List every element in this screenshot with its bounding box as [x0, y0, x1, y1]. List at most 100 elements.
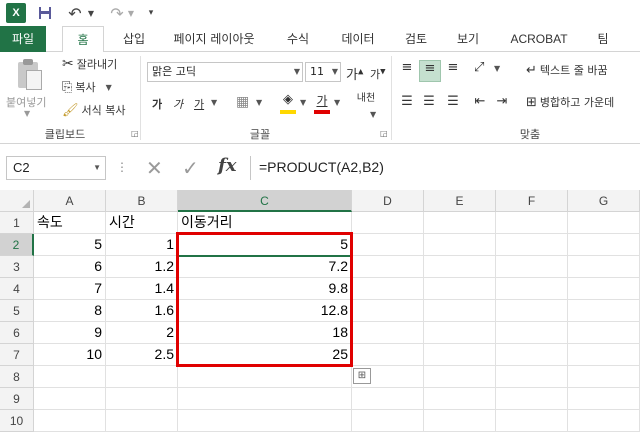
cell-e3[interactable]: [424, 256, 496, 278]
merge-center-button[interactable]: ⊞ 병합하고 가운데: [526, 94, 614, 110]
row-header-3[interactable]: 3: [0, 256, 34, 278]
font-color-dropdown-icon[interactable]: ▼: [334, 98, 340, 107]
cell-c7[interactable]: 25: [178, 344, 352, 366]
cell-b9[interactable]: [106, 388, 178, 410]
paste-button-label[interactable]: 붙여넣기: [6, 94, 46, 110]
cell-a7[interactable]: 10: [34, 344, 106, 366]
insert-function-icon[interactable]: fx: [218, 155, 236, 176]
phonetic-dropdown-icon[interactable]: ▼: [370, 110, 376, 119]
cell-b8[interactable]: [106, 366, 178, 388]
align-top-icon[interactable]: ≡: [397, 60, 417, 80]
cell-f2[interactable]: [496, 234, 568, 256]
align-center-icon[interactable]: ☰: [419, 94, 439, 109]
cell-c10[interactable]: [178, 410, 352, 432]
cell-g8[interactable]: [568, 366, 640, 388]
cancel-icon[interactable]: ✕: [146, 156, 163, 180]
cell-d3[interactable]: [352, 256, 424, 278]
cell-g10[interactable]: [568, 410, 640, 432]
row-header-10[interactable]: 10: [0, 410, 34, 432]
row-header-2[interactable]: 2: [0, 234, 34, 256]
row-header-5[interactable]: 5: [0, 300, 34, 322]
orientation-dropdown-icon[interactable]: ▼: [494, 64, 500, 73]
redo-icon[interactable]: ↷: [108, 3, 126, 23]
cell-d9[interactable]: [352, 388, 424, 410]
fill-color-dropdown-icon[interactable]: ▼: [300, 98, 306, 107]
cell-c8[interactable]: [178, 366, 352, 388]
cell-e9[interactable]: [424, 388, 496, 410]
tab-home[interactable]: 홈: [62, 26, 104, 53]
fill-color-button[interactable]: ◈: [280, 92, 296, 114]
paste-dropdown-icon[interactable]: ▼: [24, 109, 30, 118]
align-right-icon[interactable]: ☰: [443, 94, 463, 109]
column-header-f[interactable]: F: [496, 190, 568, 212]
increase-indent-icon[interactable]: ⇥: [492, 94, 512, 109]
cell-d4[interactable]: [352, 278, 424, 300]
row-header-4[interactable]: 4: [0, 278, 34, 300]
format-painter-button[interactable]: 🖌 서식 복사: [62, 102, 126, 118]
cell-c2[interactable]: 5: [178, 234, 352, 256]
undo-icon[interactable]: ↶: [66, 3, 84, 23]
cell-c4[interactable]: 9.8: [178, 278, 352, 300]
align-middle-icon[interactable]: ≡: [419, 60, 441, 82]
column-header-b[interactable]: B: [106, 190, 178, 212]
undo-dropdown-icon[interactable]: ▼: [86, 3, 96, 23]
cell-f8[interactable]: [496, 366, 568, 388]
cell-b10[interactable]: [106, 410, 178, 432]
row-header-1[interactable]: 1: [0, 212, 34, 234]
bold-button[interactable]: 가: [152, 96, 162, 112]
clipboard-launcher-icon[interactable]: ◲: [131, 129, 139, 138]
paste-icon[interactable]: [14, 58, 42, 90]
cell-c6[interactable]: 18: [178, 322, 352, 344]
cell-c5[interactable]: 12.8: [178, 300, 352, 322]
cell-e10[interactable]: [424, 410, 496, 432]
borders-dropdown-icon[interactable]: ▼: [256, 98, 262, 107]
cell-b5[interactable]: 1.6: [106, 300, 178, 322]
shrink-font-button[interactable]: 가▼: [370, 66, 386, 82]
cell-g6[interactable]: [568, 322, 640, 344]
cell-b6[interactable]: 2: [106, 322, 178, 344]
row-header-9[interactable]: 9: [0, 388, 34, 410]
redo-dropdown-icon[interactable]: ▼: [126, 3, 136, 23]
cell-g7[interactable]: [568, 344, 640, 366]
cell-e8[interactable]: [424, 366, 496, 388]
phonetic-guide-button[interactable]: 내천: [354, 94, 378, 104]
cell-a5[interactable]: 8: [34, 300, 106, 322]
cell-e6[interactable]: [424, 322, 496, 344]
cut-button[interactable]: ✂ 잘라내기: [62, 56, 117, 72]
customize-qat-icon[interactable]: ▾: [146, 3, 156, 23]
tab-formulas[interactable]: 수식: [278, 26, 318, 52]
check-icon[interactable]: ✓: [182, 156, 199, 180]
cell-e4[interactable]: [424, 278, 496, 300]
quick-analysis-icon[interactable]: ⊞: [353, 368, 371, 384]
save-icon[interactable]: [36, 3, 54, 23]
cell-f5[interactable]: [496, 300, 568, 322]
cell-a3[interactable]: 6: [34, 256, 106, 278]
tab-view[interactable]: 보기: [448, 26, 488, 52]
align-bottom-icon[interactable]: ≡: [443, 60, 463, 80]
column-header-e[interactable]: E: [424, 190, 496, 212]
italic-button[interactable]: 가: [173, 96, 183, 112]
cell-f7[interactable]: [496, 344, 568, 366]
font-size-dropdown[interactable]: 11 ▼: [305, 62, 341, 82]
cell-b7[interactable]: 2.5: [106, 344, 178, 366]
cell-e7[interactable]: [424, 344, 496, 366]
cell-b4[interactable]: 1.4: [106, 278, 178, 300]
cell-g3[interactable]: [568, 256, 640, 278]
font-launcher-icon[interactable]: ◲: [380, 129, 388, 138]
tab-data[interactable]: 데이터: [332, 26, 384, 52]
wrap-text-button[interactable]: ↵ 텍스트 줄 바꿈: [526, 62, 608, 78]
underline-dropdown-icon[interactable]: ▼: [211, 98, 217, 107]
font-color-button[interactable]: 가: [314, 92, 330, 114]
borders-icon[interactable]: ▦: [236, 94, 249, 110]
cell-c9[interactable]: [178, 388, 352, 410]
decrease-indent-icon[interactable]: ⇤: [470, 94, 490, 109]
cell-a2[interactable]: 5: [34, 234, 106, 256]
cell-g9[interactable]: [568, 388, 640, 410]
cell-g1[interactable]: [568, 212, 640, 234]
cell-f9[interactable]: [496, 388, 568, 410]
cell-a10[interactable]: [34, 410, 106, 432]
copy-button[interactable]: ⎘ 복사 ▼: [62, 79, 112, 95]
underline-button[interactable]: 가: [194, 96, 204, 112]
formula-input[interactable]: =PRODUCT(A2,B2): [250, 156, 640, 180]
tab-insert[interactable]: 삽입: [114, 26, 154, 52]
